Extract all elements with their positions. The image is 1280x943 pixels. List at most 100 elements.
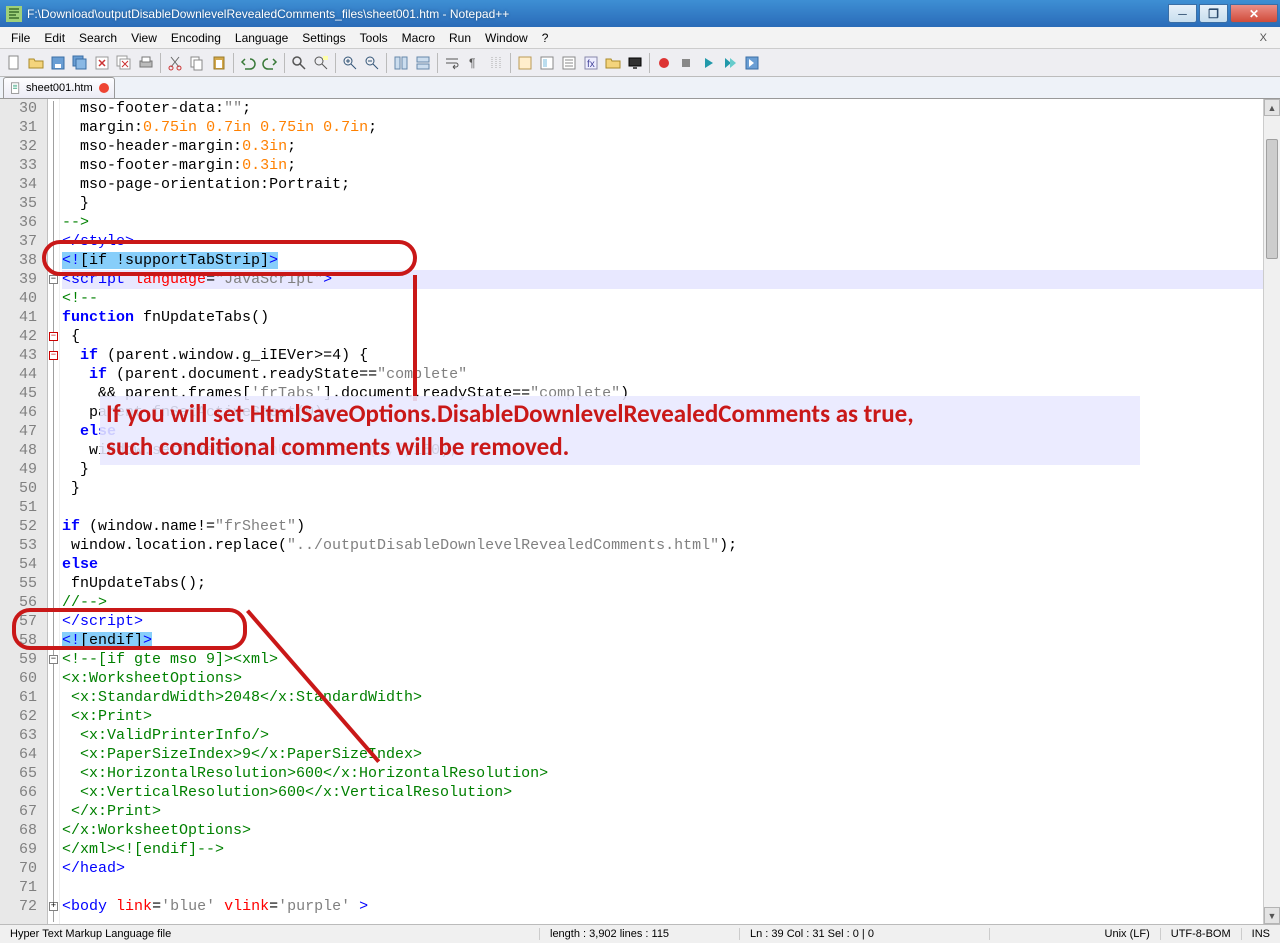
code-line[interactable]: <body link='blue' vlink='purple' > — [62, 897, 1280, 916]
save-all-icon[interactable] — [69, 52, 91, 74]
status-encoding[interactable]: UTF-8-BOM — [1161, 928, 1242, 940]
code-line[interactable]: function fnUpdateTabs() — [62, 308, 1280, 327]
paste-icon[interactable] — [208, 52, 230, 74]
sync-h-icon[interactable] — [412, 52, 434, 74]
code-line[interactable]: window.location.replace("../outputDisabl… — [62, 536, 1280, 555]
new-file-icon[interactable] — [3, 52, 25, 74]
sync-v-icon[interactable] — [390, 52, 412, 74]
redo-icon[interactable] — [259, 52, 281, 74]
code-line[interactable]: <!--[if gte mso 9]><xml> — [62, 650, 1280, 669]
menu-view[interactable]: View — [124, 29, 164, 47]
code-line[interactable]: </xml><![endif]--> — [62, 840, 1280, 859]
function-list-icon[interactable]: fx — [580, 52, 602, 74]
code-line[interactable]: <x:ValidPrinterInfo/> — [62, 726, 1280, 745]
code-line[interactable]: //--> — [62, 593, 1280, 612]
wordwrap-icon[interactable] — [441, 52, 463, 74]
tab-close-icon[interactable] — [99, 83, 109, 93]
editor-area[interactable]: 3031323334353637383940414243444546474849… — [0, 99, 1280, 924]
undo-icon[interactable] — [237, 52, 259, 74]
code-line[interactable]: mso-page-orientation:Portrait; — [62, 175, 1280, 194]
menu-encoding[interactable]: Encoding — [164, 29, 228, 47]
play-macro-icon[interactable] — [697, 52, 719, 74]
code-line[interactable]: --> — [62, 213, 1280, 232]
code-line[interactable]: mso-footer-data:""; — [62, 99, 1280, 118]
code-line[interactable]: if (window.name!="frSheet") — [62, 517, 1280, 536]
code-line[interactable] — [62, 498, 1280, 517]
fold-column[interactable]: − − − − + — [48, 99, 60, 924]
menu-macro[interactable]: Macro — [395, 29, 442, 47]
show-all-chars-icon[interactable]: ¶ — [463, 52, 485, 74]
close-all-icon[interactable] — [113, 52, 135, 74]
find-icon[interactable] — [288, 52, 310, 74]
record-macro-icon[interactable] — [653, 52, 675, 74]
replace-icon[interactable] — [310, 52, 332, 74]
fold-toggle-icon[interactable]: − — [49, 351, 58, 360]
stop-macro-icon[interactable] — [675, 52, 697, 74]
fold-toggle-icon[interactable]: − — [49, 655, 58, 664]
menu-search[interactable]: Search — [72, 29, 124, 47]
zoom-in-icon[interactable] — [339, 52, 361, 74]
status-ins-mode[interactable]: INS — [1242, 928, 1280, 940]
svg-text:¶: ¶ — [469, 56, 475, 70]
play-multi-icon[interactable] — [719, 52, 741, 74]
fold-toggle-icon[interactable]: − — [49, 275, 58, 284]
indent-guide-icon[interactable] — [485, 52, 507, 74]
fold-toggle-icon[interactable]: + — [49, 902, 58, 911]
copy-icon[interactable] — [186, 52, 208, 74]
zoom-out-icon[interactable] — [361, 52, 383, 74]
monitor-icon[interactable] — [624, 52, 646, 74]
code-line[interactable]: { — [62, 327, 1280, 346]
code-line[interactable]: <x:Print> — [62, 707, 1280, 726]
code-line[interactable]: } — [62, 194, 1280, 213]
maximize-button[interactable]: ❐ — [1199, 4, 1228, 23]
menu-run[interactable]: Run — [442, 29, 478, 47]
code-line[interactable]: <x:VerticalResolution>600</x:VerticalRes… — [62, 783, 1280, 802]
doc-list-icon[interactable] — [558, 52, 580, 74]
scrollbar-thumb[interactable] — [1266, 139, 1278, 259]
code-line[interactable]: if (parent.window.g_iIEVer>=4) { — [62, 346, 1280, 365]
menu-window[interactable]: Window — [478, 29, 535, 47]
code-line[interactable]: else — [62, 555, 1280, 574]
menu-help[interactable]: ? — [535, 29, 556, 47]
code-line[interactable]: <x:StandardWidth>2048</x:StandardWidth> — [62, 688, 1280, 707]
menu-edit[interactable]: Edit — [37, 29, 72, 47]
menubar-close-icon[interactable]: X — [1253, 30, 1274, 46]
menu-settings[interactable]: Settings — [295, 29, 352, 47]
code-line[interactable]: fnUpdateTabs(); — [62, 574, 1280, 593]
doc-map-icon[interactable] — [536, 52, 558, 74]
save-icon[interactable] — [47, 52, 69, 74]
code-line[interactable]: </head> — [62, 859, 1280, 878]
minimize-button[interactable]: ─ — [1168, 4, 1197, 23]
save-macro-icon[interactable] — [741, 52, 763, 74]
code-line[interactable]: <x:WorksheetOptions> — [62, 669, 1280, 688]
status-eol[interactable]: Unix (LF) — [1095, 928, 1161, 940]
code-line[interactable]: margin:0.75in 0.7in 0.75in 0.7in; — [62, 118, 1280, 137]
lang-udf-icon[interactable] — [514, 52, 536, 74]
menu-tools[interactable]: Tools — [353, 29, 395, 47]
print-icon[interactable] — [135, 52, 157, 74]
code-line[interactable]: <!-- — [62, 289, 1280, 308]
cut-icon[interactable] — [164, 52, 186, 74]
menu-language[interactable]: Language — [228, 29, 295, 47]
open-file-icon[interactable] — [25, 52, 47, 74]
scroll-up-icon[interactable]: ▲ — [1264, 99, 1280, 116]
close-file-icon[interactable] — [91, 52, 113, 74]
code-line[interactable]: mso-header-margin:0.3in; — [62, 137, 1280, 156]
code-line[interactable]: </x:Print> — [62, 802, 1280, 821]
code-line[interactable]: <x:HorizontalResolution>600</x:Horizonta… — [62, 764, 1280, 783]
code-line[interactable]: if (parent.document.readyState=="complet… — [62, 365, 1280, 384]
code-line[interactable] — [62, 878, 1280, 897]
code-line[interactable]: mso-footer-margin:0.3in; — [62, 156, 1280, 175]
code-line[interactable]: } — [62, 479, 1280, 498]
menu-file[interactable]: File — [4, 29, 37, 47]
scroll-down-icon[interactable]: ▼ — [1264, 907, 1280, 924]
close-button[interactable]: ✕ — [1230, 4, 1278, 23]
vertical-scrollbar[interactable]: ▲ ▼ — [1263, 99, 1280, 924]
document-tab[interactable]: sheet001.htm — [3, 77, 115, 98]
code-line[interactable]: </x:WorksheetOptions> — [62, 821, 1280, 840]
fold-toggle-icon[interactable]: − — [49, 332, 58, 341]
status-language: Hyper Text Markup Language file — [0, 928, 540, 940]
code-line[interactable]: <x:PaperSizeIndex>9</x:PaperSizeIndex> — [62, 745, 1280, 764]
folder-workspace-icon[interactable] — [602, 52, 624, 74]
code-content[interactable]: mso-footer-data:""; margin:0.75in 0.7in … — [60, 99, 1280, 924]
